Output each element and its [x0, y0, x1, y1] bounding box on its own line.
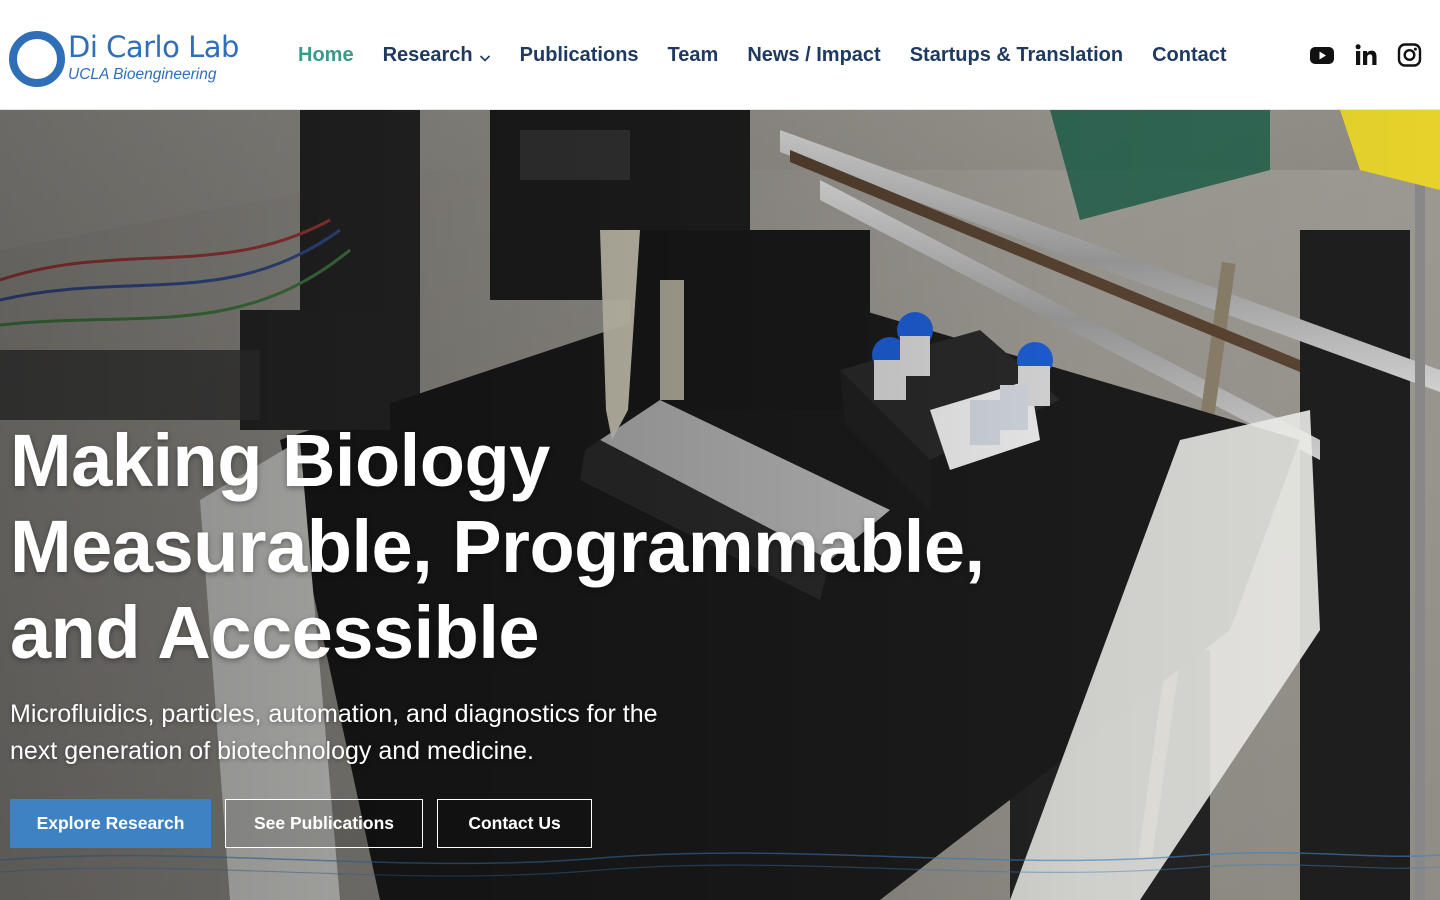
hero-headline-line-1: Making Biology: [10, 419, 550, 502]
hero-subtext-line-2: next generation of biotechnology and med…: [10, 737, 534, 765]
linkedin-icon: [1355, 44, 1377, 65]
chevron-down-icon: [479, 55, 490, 62]
instagram-link[interactable]: [1397, 42, 1422, 68]
see-publications-button[interactable]: See Publications: [225, 799, 423, 848]
nav-team[interactable]: Team: [668, 44, 719, 67]
nav-research-label: Research: [382, 43, 473, 66]
youtube-icon: [1310, 47, 1334, 64]
main-nav: Home Research Publications Team News / I…: [298, 40, 1256, 70]
nav-contact[interactable]: Contact: [1152, 44, 1226, 67]
site-header: Di Carlo Lab UCLA Bioengineering Home Re…: [0, 0, 1440, 110]
nav-startups-translation[interactable]: Startups & Translation: [910, 44, 1123, 67]
nav-news-impact[interactable]: News / Impact: [747, 44, 880, 67]
nav-home[interactable]: Home: [298, 44, 354, 67]
contact-us-button[interactable]: Contact Us: [437, 799, 592, 848]
youtube-link[interactable]: [1309, 42, 1335, 68]
linkedin-link[interactable]: [1354, 42, 1378, 68]
logo-title: Di Carlo Lab: [68, 30, 239, 64]
logo-ring-icon: [9, 31, 65, 87]
nav-publications[interactable]: Publications: [520, 44, 639, 67]
explore-research-button[interactable]: Explore Research: [10, 799, 211, 848]
hero-headline-line-2: Measurable, Programmable,: [10, 505, 985, 588]
instagram-icon: [1397, 43, 1422, 67]
hero-subtext: Microfluidics, particles, automation, an…: [10, 696, 770, 770]
hero-headline-line-3: and Accessible: [10, 591, 540, 674]
hero-section: Making Biology Measurable, Programmable,…: [0, 110, 1440, 900]
lab-logo[interactable]: Di Carlo Lab UCLA Bioengineering: [8, 28, 248, 90]
nav-research[interactable]: Research: [383, 44, 491, 67]
logo-subtitle: UCLA Bioengineering: [68, 66, 217, 83]
hero-headline: Making Biology Measurable, Programmable,…: [10, 418, 1110, 676]
hero-subtext-line-1: Microfluidics, particles, automation, an…: [10, 700, 658, 728]
